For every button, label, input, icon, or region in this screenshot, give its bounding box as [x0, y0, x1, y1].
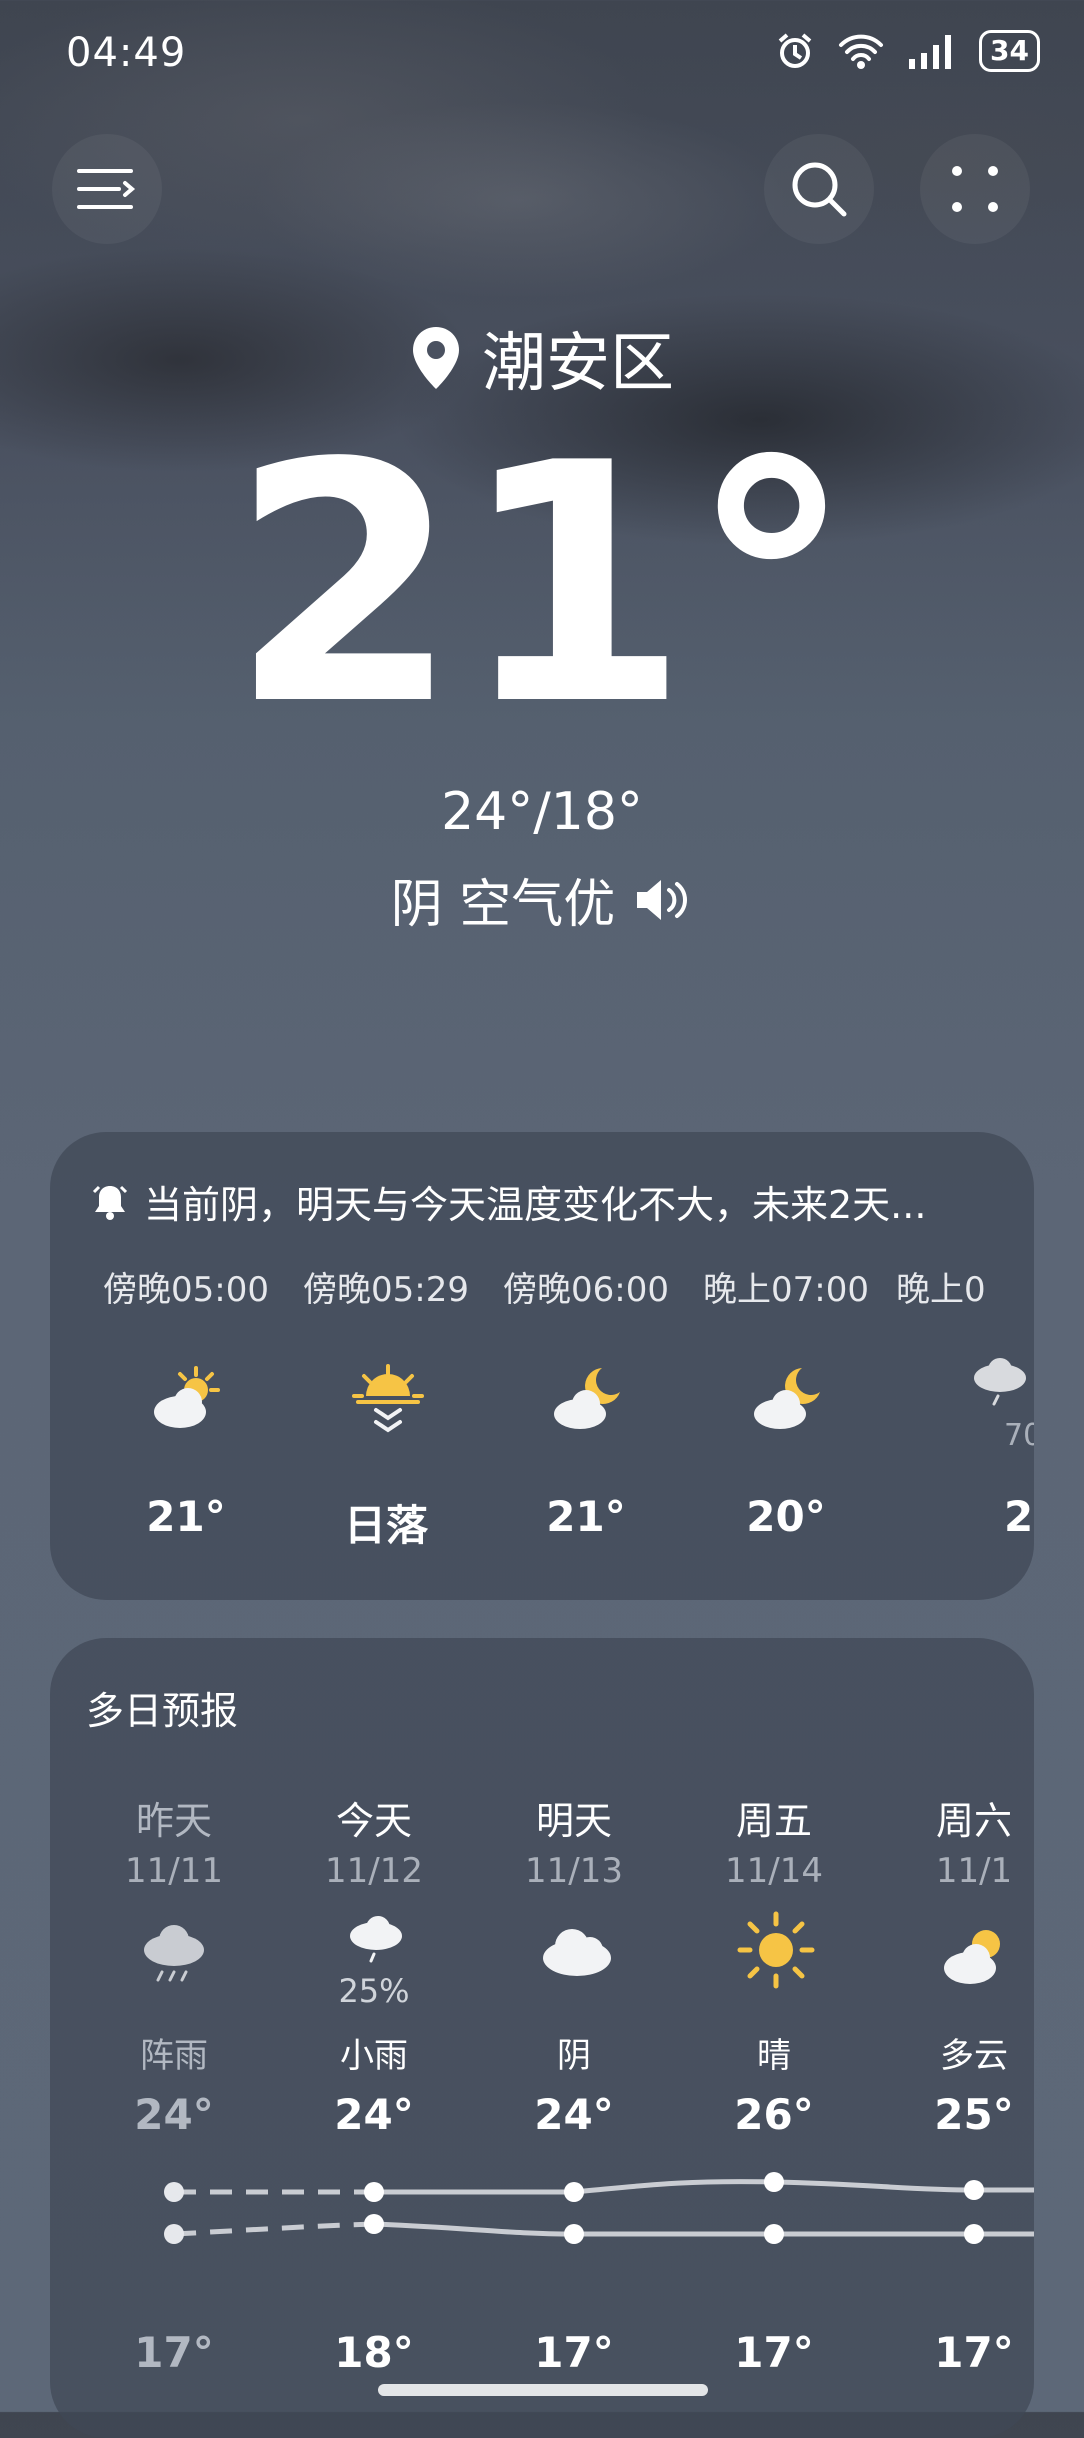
menu-button[interactable] — [52, 134, 162, 244]
day-high: 24° — [534, 2090, 614, 2139]
low-temp-line — [164, 2214, 1034, 2244]
wifi-icon — [839, 34, 884, 69]
current-temperature: 21° — [229, 393, 855, 777]
alert-text: 当前阴，明天与今天温度变化不大，未来2天... — [144, 1183, 927, 1227]
high-low-temperature: 24°/18° — [441, 782, 643, 842]
partly-cloudy-icon — [944, 1930, 1000, 1984]
day-column[interactable]: 明天 11/13 — [484, 1790, 664, 1891]
bell-icon — [92, 1185, 128, 1220]
signal-icon — [909, 35, 952, 69]
high-temp-line — [164, 2172, 1034, 2202]
hourly-temp: 21° — [546, 1492, 626, 1541]
hourly-item[interactable]: 晚上07:00 — [686, 1262, 886, 1311]
daily-forecast-card[interactable]: 多日预报 昨天 11/11 阵雨 24° 17° 今天 11/12 25% 小雨… — [50, 1638, 1034, 2438]
cloudy-night-icon — [554, 1368, 620, 1429]
hourly-time: 傍晚05:00 — [103, 1270, 269, 1310]
partly-cloudy-day-icon — [154, 1366, 220, 1428]
day-label: 周六 — [935, 1799, 1012, 1843]
home-indicator[interactable] — [378, 2384, 708, 2396]
rain-icon — [974, 1358, 1026, 1406]
speaker-icon[interactable] — [633, 876, 693, 924]
day-date: 11/14 — [725, 1851, 823, 1891]
condition-text: 阴 空气优 — [390, 875, 616, 935]
location-pin-icon — [413, 327, 459, 389]
sunny-icon — [737, 1911, 815, 1989]
search-icon — [792, 162, 847, 217]
hourly-temp: 20° — [746, 1492, 826, 1541]
shower-icon — [144, 1925, 204, 1982]
day-description: 晴 — [757, 2036, 791, 2076]
day-label: 周五 — [735, 1799, 812, 1843]
temperature-trend-chart — [164, 2172, 1034, 2244]
day-high: 24° — [334, 2090, 414, 2139]
day-column[interactable]: 周五 11/14 — [684, 1790, 864, 1891]
status-time: 04:49 — [66, 30, 187, 76]
day-low: 17° — [534, 2328, 614, 2377]
day-date: 11/1 — [935, 1851, 1013, 1891]
hourly-time: 晚上0 — [896, 1270, 986, 1310]
hourly-time: 傍晚06:00 — [503, 1270, 669, 1310]
more-dots-icon — [952, 166, 998, 212]
cloudy-night-icon — [754, 1368, 820, 1429]
day-label: 昨天 — [135, 1799, 212, 1843]
alarm-icon — [778, 33, 812, 68]
day-date: 11/13 — [525, 1851, 623, 1891]
hourly-temp: 20 — [1004, 1492, 1034, 1541]
day-description: 多云 — [940, 2036, 1008, 2076]
hourly-item[interactable]: 傍晚05:29 — [286, 1262, 486, 1311]
city-title[interactable]: 潮安区 — [0, 312, 1084, 404]
day-low: 17° — [134, 2328, 214, 2377]
hourly-item[interactable]: 傍晚06:00 — [486, 1262, 686, 1311]
day-high: 26° — [734, 2090, 814, 2139]
hourly-time: 晚上07:00 — [703, 1270, 869, 1310]
hourly-temp: 21° — [146, 1492, 226, 1541]
day-description: 小雨 — [340, 2036, 408, 2076]
day-high: 25° — [934, 2090, 1014, 2139]
status-icons: 34 — [775, 30, 1040, 72]
hourly-temp: 日落 — [343, 1501, 428, 1550]
day-column[interactable]: 昨天 11/11 — [84, 1790, 264, 1891]
day-label: 明天 — [535, 1799, 612, 1843]
day-description: 阵雨 — [140, 2036, 208, 2076]
day-date: 11/12 — [325, 1851, 423, 1891]
day-column[interactable]: 周六 11/1 — [884, 1790, 1034, 1891]
hourly-item[interactable]: 晚上0 — [886, 1262, 1034, 1311]
city-name: 潮安区 — [482, 327, 674, 401]
day-date: 11/11 — [125, 1851, 223, 1891]
weather-condition[interactable]: 阴 空气优 — [0, 862, 1084, 937]
weather-alert[interactable]: 当前阴，明天与今天温度变化不大，未来2天... — [90, 1174, 1014, 1229]
hourly-time: 傍晚05:29 — [303, 1270, 469, 1310]
hourly-item[interactable]: 傍晚05:00 — [86, 1262, 286, 1311]
day-low: 17° — [934, 2328, 1014, 2377]
battery-indicator: 34 — [979, 30, 1040, 72]
search-button[interactable] — [764, 134, 874, 244]
day-column[interactable]: 今天 11/12 — [284, 1790, 464, 1891]
light-rain-icon — [350, 1916, 402, 1963]
day-high: 24° — [134, 2090, 214, 2139]
day-label: 今天 — [335, 1799, 412, 1843]
day-description: 阴 — [557, 2036, 591, 2076]
daily-title: 多日预报 — [86, 1689, 239, 1733]
menu-icon — [77, 169, 136, 209]
day-low: 18° — [334, 2328, 414, 2377]
sunset-icon — [352, 1364, 424, 1433]
precip-probability: 25% — [338, 1972, 410, 2010]
precip-probability: 70 — [1004, 1418, 1034, 1453]
hourly-forecast-card[interactable]: 当前阴，明天与今天温度变化不大，未来2天... 傍晚05:00 21° 傍晚05… — [50, 1132, 1034, 1600]
more-button[interactable] — [920, 134, 1030, 244]
overcast-icon — [543, 1929, 611, 1976]
day-low: 17° — [734, 2328, 814, 2377]
